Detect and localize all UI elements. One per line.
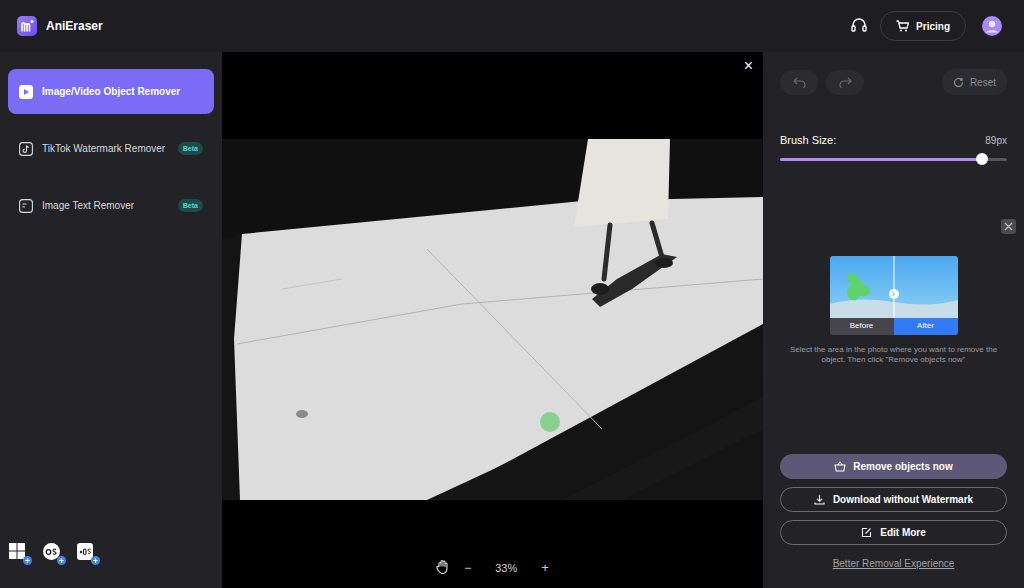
brush-size-slider[interactable] [780,158,1007,161]
windows-icon [8,542,26,560]
tiktok-icon [19,142,33,156]
compare-icon [1004,222,1013,231]
zoom-in-button[interactable]: + [541,560,549,576]
photo[interactable] [222,139,763,500]
basket-icon [834,461,846,472]
action-button[interactable]: Edit More [780,520,1007,545]
action-icon-wrap [861,527,873,538]
zoom-level: 33% [485,560,527,576]
preview-labels: Before After [830,318,958,335]
video-icon [19,85,33,99]
mac-link[interactable] [42,542,62,562]
canvas-top-space [222,52,763,139]
compare-toggle[interactable] [1001,219,1016,234]
edit-icon [861,527,872,538]
zoom-controls: − 33% + [222,500,763,588]
undo-icon [793,77,806,88]
sidebar-item[interactable]: TikTok Watermark Remover Beta [8,126,214,171]
plus-badge-icon [23,556,32,565]
preview-image [830,256,958,318]
brush-size-row: Brush Size: 89px [780,132,1007,149]
brush-size-reading: 89px [985,133,1007,148]
sidebar-item-label: Image Text Remover [42,199,134,212]
brush-size-label: Brush Size: [780,132,836,149]
sidebar: Image/Video Object Remover TikTok Waterma… [0,52,222,588]
action-button-label: Download without Watermark [833,492,973,507]
better-removal-link[interactable]: Better Removal Experience [833,556,955,571]
settings-panel: Reset Brush Size: 89px [763,52,1024,588]
plus-badge-icon [91,556,100,565]
windows-link[interactable] [8,542,28,562]
app-name: AniEraser [46,17,103,35]
pricing-label: Pricing [916,19,950,34]
beta-badge: Beta [178,142,203,155]
canvas-area: × [222,52,763,588]
action-icon-wrap [834,461,846,472]
sidebar-item-icon-wrap [19,85,33,99]
instructions-text: Select the area in the photo where you w… [780,345,1007,365]
download-icon [814,494,825,505]
header-actions: Pricing [850,11,1002,41]
action-button[interactable]: Remove objects now [780,454,1007,479]
cart-icon [896,20,909,32]
reset-button[interactable]: Reset [942,69,1007,95]
beta-badge: Beta [178,199,203,212]
action-buttons: Remove objects now Download without Water… [780,454,1007,545]
sidebar-item-label: Image/Video Object Remover [42,85,180,98]
action-button[interactable]: Download without Watermark [780,487,1007,512]
sidebar-item-icon-wrap [19,199,33,213]
logo[interactable]: AniEraser [17,16,103,36]
history-row: Reset [780,69,1007,95]
slider-thumb[interactable] [976,153,988,165]
avatar-icon[interactable] [982,16,1002,36]
plus-badge-icon [57,556,66,565]
reset-label: Reset [970,75,996,90]
logo-icon [17,16,37,36]
image-text-icon [19,199,33,213]
pricing-button[interactable]: Pricing [880,11,966,41]
slider-fill [780,158,982,161]
sidebar-item[interactable]: Image/Video Object Remover [8,69,214,114]
zoom-out-button[interactable]: − [464,560,471,576]
before-after-preview: Before After [830,256,958,335]
ios-link[interactable] [76,542,96,562]
sidebar-item-label: TikTok Watermark Remover [42,142,165,155]
undo-button[interactable] [780,70,818,95]
top-bar: AniEraser Pricing [0,0,1024,52]
action-button-label: Edit More [880,525,926,540]
sidebar-list: Image/Video Object Remover TikTok Waterma… [8,69,214,228]
close-button[interactable]: × [744,56,753,76]
brush-cursor [540,412,560,432]
headset-icon[interactable] [850,17,868,35]
main-area: Image/Video Object Remover TikTok Waterma… [0,52,1024,588]
sidebar-item[interactable]: Image Text Remover Beta [8,183,214,228]
hand-icon[interactable] [436,559,450,574]
ios-icon [76,542,94,561]
platform-links [8,542,214,588]
sidebar-item-icon-wrap [19,142,33,156]
before-label: Before [830,318,894,335]
action-button-label: Remove objects now [853,459,952,474]
reset-icon [953,77,964,88]
app-window: AniEraser Pricing [0,0,1024,588]
after-label: After [894,318,958,335]
redo-icon [839,77,852,88]
action-icon-wrap [814,494,826,505]
redo-button[interactable] [826,70,864,95]
